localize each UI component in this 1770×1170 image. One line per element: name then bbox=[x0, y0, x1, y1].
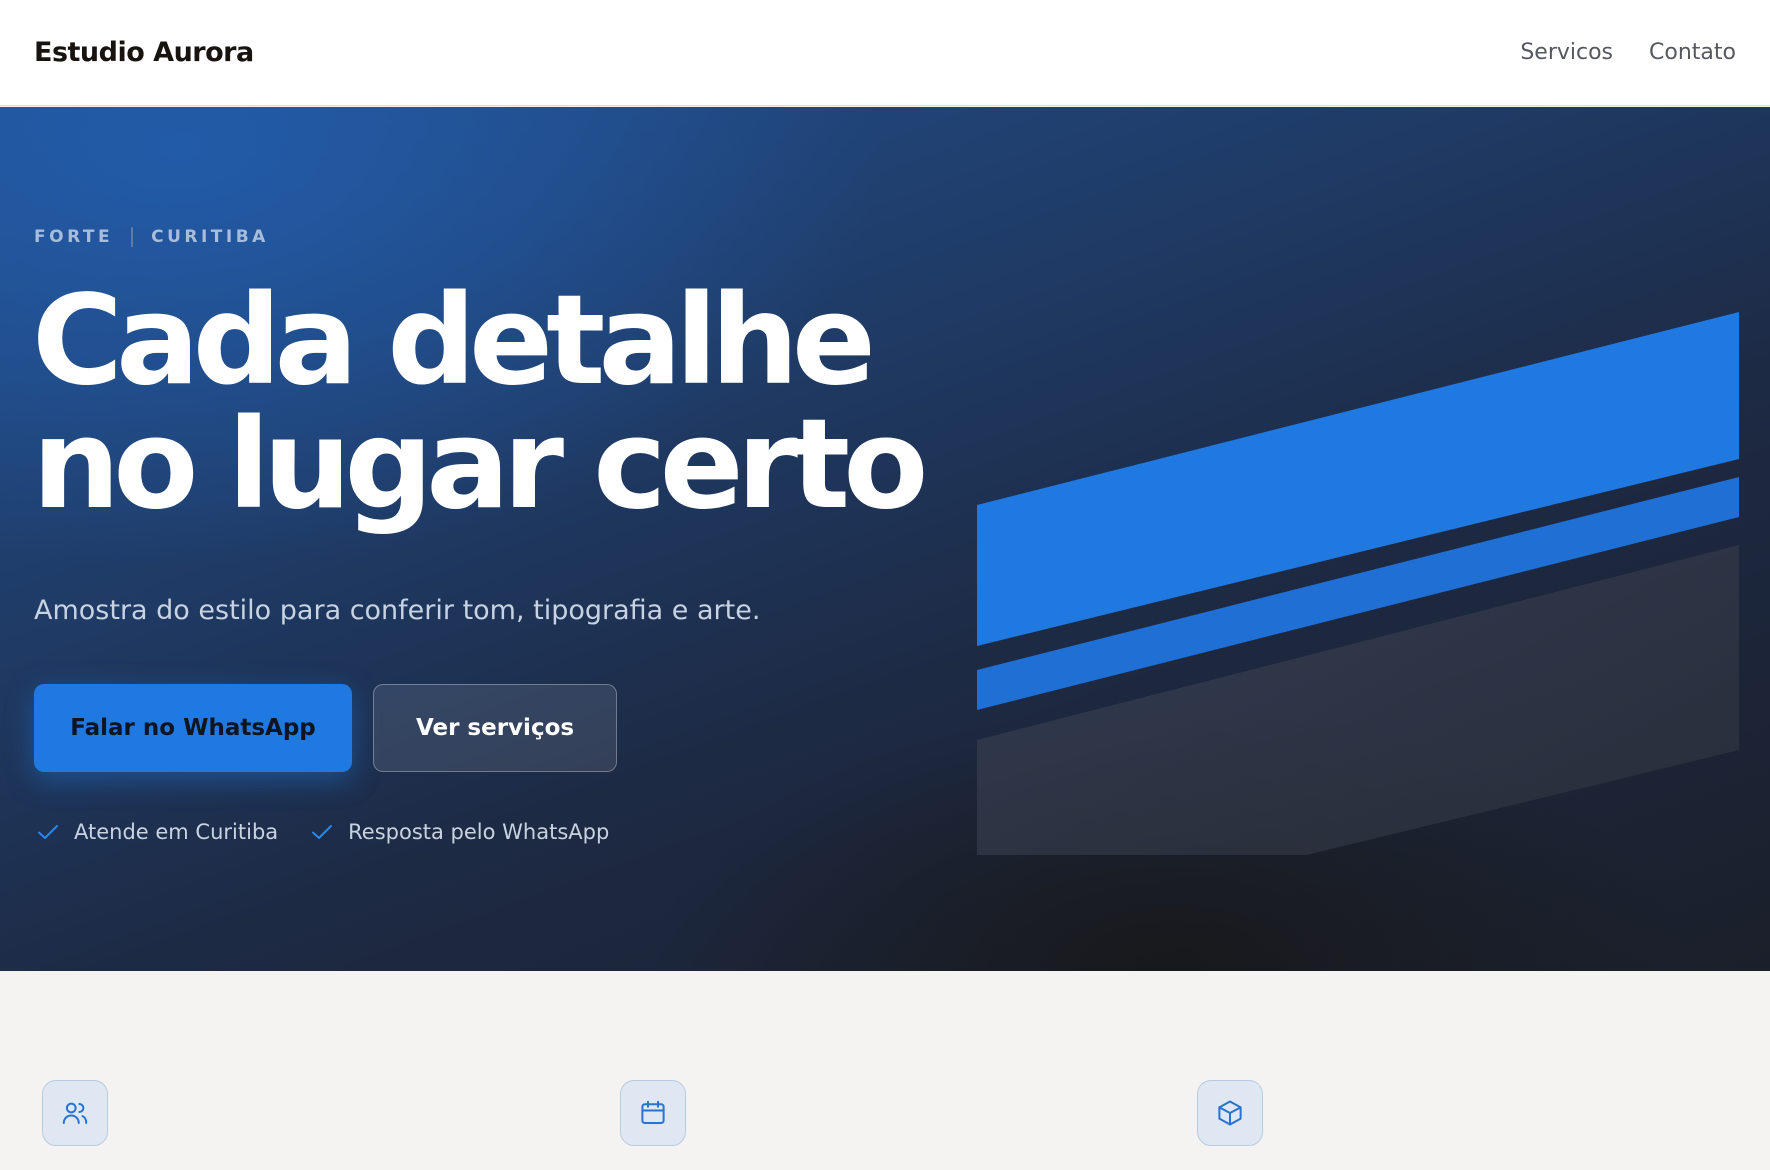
feature-icon-calendar bbox=[620, 1080, 686, 1146]
eyebrow-tag: FORTE bbox=[34, 227, 114, 247]
eyebrow-city: CURITIBA bbox=[151, 227, 269, 247]
view-services-button[interactable]: Ver serviços bbox=[373, 684, 617, 772]
check-icon bbox=[312, 825, 333, 839]
hero-checks: Atende em Curitiba Resposta pelo WhatsAp… bbox=[36, 820, 609, 844]
box-icon bbox=[1218, 1100, 1242, 1126]
headline-line-2: no lugar certo bbox=[32, 393, 928, 537]
eyebrow-divider bbox=[131, 227, 134, 247]
feature-icon-users bbox=[42, 1080, 108, 1146]
users-icon bbox=[62, 1102, 88, 1124]
headline-line-1: Cada detalhe bbox=[32, 269, 876, 413]
check-item: Atende em Curitiba bbox=[36, 820, 278, 844]
whatsapp-button[interactable]: Falar no WhatsApp bbox=[34, 684, 352, 772]
hero-illustration bbox=[977, 312, 1739, 855]
check-icon bbox=[38, 825, 58, 839]
hero-headline: Cada detalhe no lugar certo bbox=[32, 279, 972, 527]
hero-eyebrow: FORTE CURITIBA bbox=[34, 227, 269, 247]
check-label: Atende em Curitiba bbox=[74, 820, 279, 844]
check-item: Resposta pelo WhatsApp bbox=[310, 820, 609, 844]
check-label: Resposta pelo WhatsApp bbox=[348, 820, 610, 844]
site-header: Estudio Aurora Servicos Contato bbox=[0, 0, 1770, 106]
nav-link-servicos[interactable]: Servicos bbox=[1520, 40, 1613, 65]
brand-logo[interactable]: Estudio Aurora bbox=[34, 37, 254, 68]
hero-section: FORTE CURITIBA Cada detalhe no lugar cer… bbox=[0, 107, 1770, 971]
nav-link-contato[interactable]: Contato bbox=[1649, 40, 1736, 65]
art-circle bbox=[1559, 397, 1639, 477]
calendar-icon bbox=[641, 1100, 665, 1124]
main-nav: Servicos Contato bbox=[1520, 40, 1736, 65]
hero-subtitle: Amostra do estilo para conferir tom, tip… bbox=[34, 595, 761, 626]
feature-icon-box bbox=[1197, 1080, 1263, 1146]
